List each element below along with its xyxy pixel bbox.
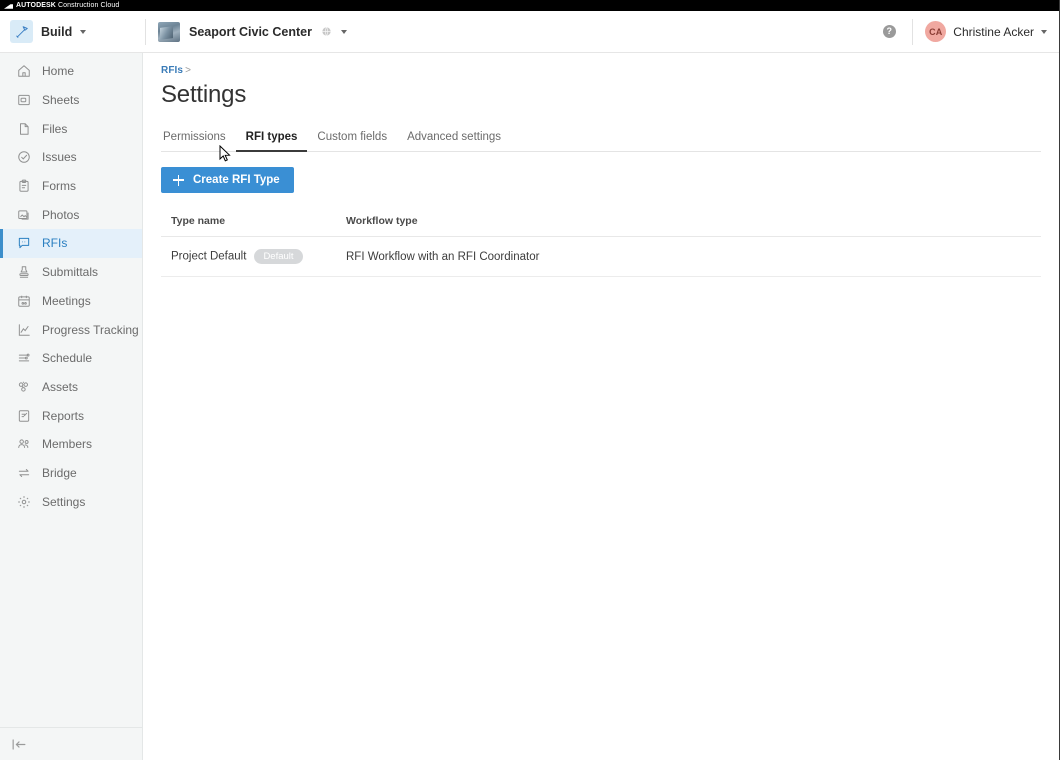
breadcrumb-separator: > <box>185 65 192 76</box>
sidebar-item-label: Issues <box>42 150 77 165</box>
sidebar-item-bridge[interactable]: Bridge <box>0 459 142 488</box>
sidebar-item-label: Bridge <box>42 465 77 480</box>
chevron-down-icon <box>80 29 87 34</box>
sheets-icon <box>16 93 31 108</box>
sidebar-item-settings[interactable]: Settings <box>0 487 142 516</box>
cell-type-name: Project Default Default <box>161 236 336 277</box>
hammer-icon <box>10 20 33 43</box>
bridge-arrows-icon <box>16 465 31 480</box>
plus-icon <box>173 174 184 186</box>
create-rfi-type-label: Create RFI Type <box>193 174 280 186</box>
sidebar-item-issues[interactable]: Issues <box>0 143 142 172</box>
people-icon <box>16 437 31 452</box>
application-window: AUTODESK Construction Cloud Build Seapor… <box>0 0 1060 760</box>
table-body: Project Default Default RFI Workflow with… <box>161 236 1041 277</box>
table-header-row: Type name Workflow type <box>161 215 1041 237</box>
project-selector[interactable]: Seaport Civic Center <box>146 21 347 42</box>
tab-rfi-types[interactable]: RFI types <box>235 131 308 152</box>
table-header: Type name Workflow type <box>161 215 1041 237</box>
autodesk-brand-text: AUTODESK Construction Cloud <box>16 2 120 9</box>
header-right-group: ? CA Christine Acker <box>876 18 1059 45</box>
autodesk-top-bar: AUTODESK Construction Cloud <box>0 0 1059 11</box>
home-icon <box>16 64 31 79</box>
calendar-people-icon <box>16 293 31 308</box>
column-header-type-name: Type name <box>161 215 336 237</box>
sidebar-item-label: Home <box>42 64 75 79</box>
autodesk-logo-icon <box>4 3 13 9</box>
user-menu[interactable]: CA Christine Acker <box>925 21 1047 42</box>
tab-permissions[interactable]: Permissions <box>161 131 236 152</box>
photos-icon <box>16 207 31 222</box>
sidebar-item-label: Progress Tracking <box>42 322 139 337</box>
sidebar-item-label: Members <box>42 437 93 452</box>
sidebar-item-meetings[interactable]: Meetings <box>0 287 142 316</box>
module-label: Build <box>41 24 73 39</box>
sidebar-item-sheets[interactable]: Sheets <box>0 86 142 115</box>
sidebar-item-label: Submittals <box>42 265 99 280</box>
breadcrumb-root[interactable]: RFIs <box>161 65 183 76</box>
schedule-icon <box>16 351 31 366</box>
project-thumbnail-image <box>158 21 180 42</box>
sidebar-item-members[interactable]: Members <box>0 430 142 459</box>
sidebar-item-assets[interactable]: Assets <box>0 373 142 402</box>
sidebar-item-label: Sheets <box>42 93 80 108</box>
project-chevron-down-icon <box>340 29 347 34</box>
check-circle-icon <box>16 150 31 165</box>
help-circle-icon: ? <box>882 25 896 38</box>
tab-advanced-settings[interactable]: Advanced settings <box>397 131 511 152</box>
sidebar-item-home[interactable]: Home <box>0 57 142 86</box>
sidebar-item-reports[interactable]: Reports <box>0 401 142 430</box>
column-header-workflow-type: Workflow type <box>336 215 1041 237</box>
sidebar-item-label: Meetings <box>42 293 91 308</box>
file-icon <box>16 121 31 136</box>
sidebar-item-label: Photos <box>42 207 80 222</box>
sidebar-item-label: Forms <box>42 179 76 194</box>
sidebar-item-progress-tracking[interactable]: Progress Tracking <box>0 315 142 344</box>
tab-custom-fields[interactable]: Custom fields <box>307 131 397 152</box>
breadcrumb[interactable]: RFIs > <box>161 65 1041 76</box>
report-icon <box>16 408 31 423</box>
header-divider-2 <box>912 18 914 45</box>
sidebar-nav: Home Sheets Files Issues Forms Photos RF… <box>0 53 142 727</box>
module-switcher[interactable]: Build <box>0 20 143 43</box>
settings-tabs: Permissions RFI types Custom fields Adva… <box>161 126 1041 152</box>
stamp-icon <box>16 265 31 280</box>
collapse-sidebar-icon <box>12 738 26 750</box>
page-body: Home Sheets Files Issues Forms Photos RF… <box>0 53 1059 760</box>
sidebar-collapse-button[interactable] <box>0 727 142 760</box>
sidebar-item-schedule[interactable]: Schedule <box>0 344 142 373</box>
sidebar-item-forms[interactable]: Forms <box>0 172 142 201</box>
user-chevron-down-icon <box>1041 29 1047 34</box>
sidebar-item-label: Files <box>42 121 68 136</box>
status-badge: Default <box>254 249 303 264</box>
sidebar: Home Sheets Files Issues Forms Photos RF… <box>0 53 143 760</box>
sidebar-item-rfis[interactable]: RFIs <box>0 229 142 258</box>
clipboard-icon <box>16 179 31 194</box>
avatar: CA <box>925 21 947 42</box>
sidebar-item-label: Schedule <box>42 351 93 366</box>
project-name: Seaport Civic Center <box>189 24 312 39</box>
speech-bubble-info-icon <box>16 236 31 251</box>
main-content: RFIs > Settings Permissions RFI types Cus… <box>143 53 1059 760</box>
table-row[interactable]: Project Default Default RFI Workflow with… <box>161 236 1041 277</box>
page-title: Settings <box>161 81 247 108</box>
type-name-text: Project Default <box>171 250 247 263</box>
sidebar-item-photos[interactable]: Photos <box>0 200 142 229</box>
globe-icon <box>322 27 331 36</box>
rfi-types-table: Type name Workflow type Project Default D… <box>161 215 1041 277</box>
help-button[interactable]: ? <box>876 19 902 45</box>
assets-icon <box>16 379 31 394</box>
sidebar-item-submittals[interactable]: Submittals <box>0 258 142 287</box>
create-rfi-type-button[interactable]: Create RFI Type <box>161 167 294 193</box>
line-chart-icon <box>16 322 31 337</box>
user-name: Christine Acker <box>953 24 1034 39</box>
sidebar-item-label: Settings <box>42 494 86 509</box>
sidebar-item-label: Reports <box>42 408 85 423</box>
sidebar-item-label: RFIs <box>42 236 68 251</box>
cell-workflow-type: RFI Workflow with an RFI Coordinator <box>336 236 1041 277</box>
app-header: Build Seaport Civic Center ? CA Christin… <box>0 11 1059 53</box>
gear-icon <box>16 494 31 509</box>
sidebar-item-files[interactable]: Files <box>0 114 142 143</box>
sidebar-item-label: Assets <box>42 379 79 394</box>
